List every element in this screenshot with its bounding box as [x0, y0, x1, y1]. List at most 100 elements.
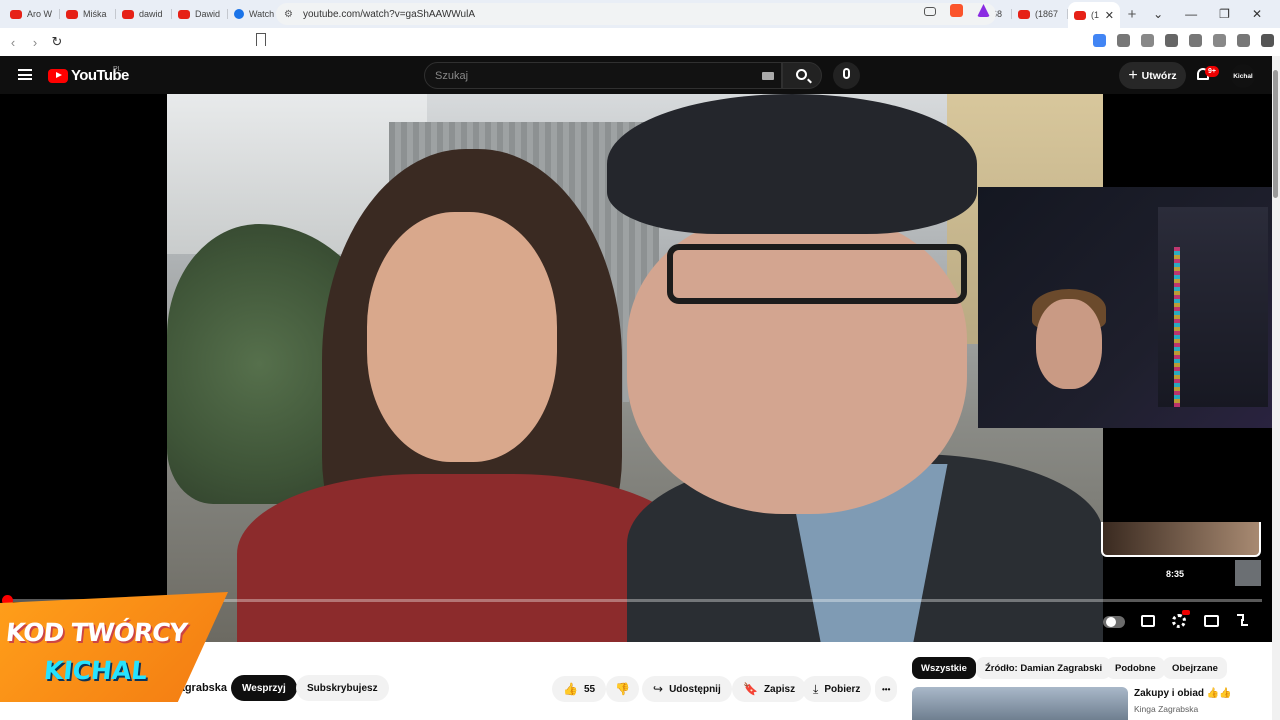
tab-label: dawid [139, 9, 163, 19]
dislike-button[interactable]: 👎 [606, 676, 639, 702]
storyboard-thumbnail [1235, 560, 1261, 586]
tab-label: Aro W [27, 9, 53, 19]
menu-icon[interactable] [1261, 34, 1274, 47]
youtube-favicon-icon [1018, 9, 1030, 19]
tab-label: (1867 [1035, 9, 1059, 19]
close-tab-icon[interactable]: ✕ [1105, 9, 1114, 22]
recommended-video-channel[interactable]: Kinga Zagrabska [1134, 704, 1198, 714]
download-button[interactable]: ⤓ Pobierz [802, 676, 872, 702]
url-field[interactable]: ⚙ youtube.com/watch?v=gaShAAWWulA [276, 3, 996, 25]
minimize-icon[interactable]: — [1185, 7, 1197, 21]
creator-code-line2: KICHAL [42, 656, 149, 685]
chip-1[interactable]: Źródło: Damian Zagrabski [976, 657, 1112, 679]
tab-18[interactable]: (1867 [1012, 2, 1068, 26]
share-button[interactable]: ↪ Udostępnij [642, 676, 732, 702]
country-code: PL [113, 66, 122, 73]
webcam-overlay [978, 187, 1280, 428]
youtube-favicon-icon [66, 9, 78, 19]
cast-icon[interactable] [924, 7, 936, 16]
wallet-icon[interactable] [1189, 34, 1202, 47]
fullscreen-icon-corner [1241, 619, 1248, 626]
tab-0[interactable]: Aro W [4, 2, 60, 26]
subscribe-button[interactable]: Subskrybujesz [296, 675, 389, 701]
bookmark-icon[interactable] [256, 33, 266, 46]
forward-icon[interactable]: › [24, 35, 46, 50]
youtube-favicon-icon [1074, 10, 1086, 20]
tab-active[interactable]: (1 ✕ [1068, 2, 1120, 28]
window-controls: ⌄ — ❐ ✕ [1153, 0, 1280, 28]
tab-1[interactable]: Miśka [60, 2, 116, 26]
rewards-icon[interactable] [977, 4, 990, 17]
video-man-cap [607, 94, 977, 234]
save-button[interactable]: 🔖 Zapisz [732, 676, 807, 702]
globe-favicon-icon [234, 9, 244, 19]
download-icon: ⤓ [813, 681, 819, 696]
new-tab-button[interactable]: + [1120, 6, 1144, 23]
share-icon: ↪ [653, 682, 664, 696]
more-actions-button[interactable]: ••• [875, 676, 898, 702]
back-icon[interactable]: ‹ [2, 35, 24, 50]
sidebar-icon[interactable] [1165, 34, 1178, 47]
save-icon: 🔖 [743, 682, 758, 696]
extensions-icon[interactable] [1117, 34, 1130, 47]
brave-shield-icon[interactable] [950, 4, 963, 17]
creator-code-line1: KOD TWÓRCY [4, 618, 189, 647]
avatar[interactable]: Kichal [1231, 64, 1255, 88]
search-icon [796, 69, 807, 80]
search-button[interactable] [782, 62, 822, 89]
create-button[interactable]: + Utwórz [1119, 62, 1186, 89]
tab-2[interactable]: dawid [116, 2, 172, 26]
search-input[interactable]: Szukaj [424, 62, 782, 89]
reload-icon[interactable]: ↻ [46, 34, 68, 50]
video-woman-face [367, 212, 557, 462]
plus-icon: + [1128, 66, 1138, 84]
scrollbar-thumb[interactable] [1273, 70, 1278, 198]
subtitles-icon[interactable] [1141, 615, 1155, 627]
thumbs-down-icon: 👎 [615, 682, 630, 696]
tab-label: Miśka [83, 9, 107, 19]
tab-3[interactable]: Dawid [172, 2, 228, 26]
tab-label: Watch [249, 9, 275, 19]
mic-icon [843, 68, 850, 79]
chip-3[interactable]: Obejrzane [1163, 657, 1227, 679]
tab-label: (1 [1091, 10, 1100, 20]
close-window-icon[interactable]: ✕ [1252, 7, 1262, 21]
video-frame[interactable] [167, 94, 1103, 642]
screen: Aro WMiśkadawidDawidWatchWampokularXDDDC… [0, 0, 1280, 720]
url-text: youtube.com/watch?v=gaShAAWWulA [302, 8, 475, 20]
youtube-play-icon [48, 68, 68, 83]
tab-label: Dawid [195, 9, 221, 19]
youtube-favicon-icon [122, 9, 134, 19]
keyboard-icon[interactable] [762, 72, 774, 80]
youtube-favicon-icon [178, 9, 190, 19]
site-info-icon[interactable]: ⚙ [284, 9, 293, 20]
download-label: Pobierz [824, 683, 861, 695]
create-label: Utwórz [1141, 69, 1177, 82]
voice-search-button[interactable] [833, 62, 860, 89]
support-button[interactable]: Wesprzyj [231, 675, 297, 701]
leo-icon[interactable] [1213, 34, 1226, 47]
seek-preview-time: 8:35 [1166, 569, 1185, 579]
recommended-video-thumbnail[interactable] [912, 687, 1128, 720]
save-label: Zapisz [763, 683, 796, 695]
translate-icon[interactable] [1093, 34, 1106, 47]
music-icon[interactable] [1141, 34, 1154, 47]
like-count: 55 [583, 683, 596, 695]
tab-search-icon[interactable]: ⌄ [1153, 7, 1163, 21]
notification-badge: 9+ [1205, 66, 1219, 77]
restore-icon[interactable]: ❐ [1219, 7, 1230, 21]
address-actions [924, 4, 990, 17]
settings-gear-icon[interactable] [1172, 614, 1186, 628]
menu-icon[interactable] [18, 69, 32, 80]
autoplay-toggle[interactable] [1103, 616, 1125, 628]
youtube-favicon-icon [10, 9, 22, 19]
vpn-icon[interactable] [1237, 34, 1250, 47]
recommended-video-title[interactable]: Zakupy i obiad 👍👍 [1134, 688, 1232, 699]
video-man-glasses [667, 244, 967, 304]
chip-0[interactable]: Wszystkie [912, 657, 976, 679]
miniplayer-icon[interactable] [1204, 615, 1219, 627]
chip-2[interactable]: Podobne [1106, 657, 1165, 679]
share-label: Udostępnij [669, 683, 721, 695]
seek-preview-thumbnail [1101, 522, 1261, 557]
like-button[interactable]: 👍 55 [552, 676, 607, 702]
